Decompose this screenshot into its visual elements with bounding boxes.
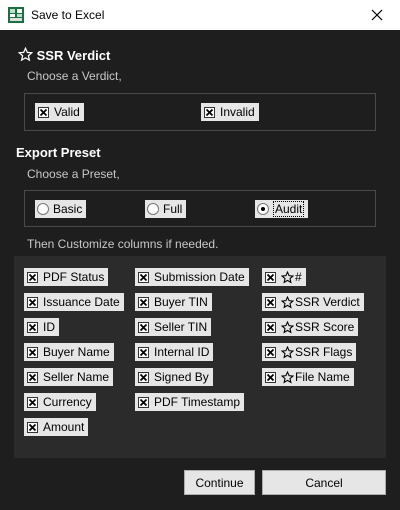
close-button[interactable] [354, 0, 400, 30]
check-x-icon [266, 298, 275, 306]
column-checkbox[interactable]: Signed By [135, 368, 213, 386]
star-icon [18, 47, 33, 62]
check-x-icon [139, 348, 148, 356]
check-x-icon [28, 348, 37, 356]
verdict-group: Valid Invalid [24, 93, 376, 131]
columns-hint: Then Customize columns if needed. [27, 237, 219, 251]
preset-group: Basic Full Audit [24, 190, 376, 227]
column-label: Internal ID [154, 345, 210, 359]
invalid-checkbox[interactable]: Invalid [201, 103, 259, 121]
column-label: SSR Verdict [295, 295, 360, 309]
column-checkbox[interactable]: Seller Name [24, 368, 114, 386]
star-icon [281, 345, 294, 358]
check-x-icon [266, 323, 275, 331]
column-label: ID [43, 320, 55, 334]
check-x-icon [28, 273, 37, 281]
column-label: PDF Timestamp [154, 395, 241, 409]
column-checkbox[interactable]: PDF Timestamp [135, 393, 245, 411]
preset-section-title: Export Preset [16, 145, 101, 160]
check-x-icon [28, 298, 37, 306]
preset-audit-radio[interactable]: Audit [255, 200, 309, 218]
column-label: Issuance Date [43, 295, 120, 309]
check-x-icon [266, 273, 275, 281]
column-checkbox[interactable]: Amount [24, 418, 89, 436]
check-x-icon [266, 373, 275, 381]
check-x-icon [139, 323, 148, 331]
check-x-icon [28, 398, 37, 406]
column-checkbox[interactable]: Buyer Name [24, 343, 114, 361]
check-x-icon [139, 373, 148, 381]
cancel-button[interactable]: Cancel [262, 470, 386, 495]
column-label: Buyer TIN [154, 295, 208, 309]
star-icon [281, 320, 294, 333]
column-checkbox[interactable]: # [262, 268, 306, 286]
check-x-icon [266, 348, 275, 356]
excel-app-icon [8, 7, 24, 23]
title-bar: Save to Excel [0, 0, 400, 30]
check-x-icon [39, 108, 48, 116]
check-x-icon [139, 298, 148, 306]
preset-full-label: Full [163, 202, 183, 216]
check-x-icon [28, 323, 37, 331]
column-label: Amount [43, 420, 85, 434]
star-icon [281, 370, 294, 383]
star-icon [281, 295, 294, 308]
verdict-section-title: SSR Verdict [18, 47, 110, 63]
column-checkbox[interactable]: File Name [262, 368, 354, 386]
valid-label: Valid [54, 105, 80, 119]
column-label: Submission Date [154, 270, 245, 284]
column-label: Seller Name [43, 370, 110, 384]
preset-audit-label: Audit [273, 201, 305, 217]
column-checkbox[interactable]: PDF Status [24, 268, 109, 286]
column-checkbox[interactable]: ID [24, 318, 59, 336]
check-x-icon [205, 108, 214, 116]
star-icon [281, 270, 294, 283]
valid-checkbox[interactable]: Valid [35, 103, 84, 121]
verdict-hint: Choose a Verdict, [27, 69, 122, 83]
column-checkbox[interactable]: Submission Date [135, 268, 249, 286]
column-label: Signed By [154, 370, 209, 384]
column-checkbox[interactable]: Buyer TIN [135, 293, 212, 311]
column-checkbox[interactable]: Seller TIN [135, 318, 212, 336]
column-label: PDF Status [43, 270, 105, 284]
columns-panel: PDF Status Issuance Date ID Buyer Name S… [14, 256, 386, 458]
column-label: SSR Flags [295, 345, 353, 359]
column-checkbox[interactable]: Internal ID [135, 343, 214, 361]
preset-basic-radio[interactable]: Basic [35, 200, 87, 218]
close-icon [371, 9, 383, 21]
preset-full-radio[interactable]: Full [145, 200, 187, 218]
column-label: Seller TIN [154, 320, 208, 334]
column-checkbox[interactable]: Issuance Date [24, 293, 124, 311]
column-label: File Name [295, 370, 350, 384]
invalid-label: Invalid [220, 105, 255, 119]
column-checkbox[interactable]: Currency [24, 393, 96, 411]
column-checkbox[interactable]: SSR Score [262, 318, 359, 336]
column-label: SSR Score [295, 320, 355, 334]
continue-button[interactable]: Continue [184, 470, 255, 495]
preset-hint: Choose a Preset, [27, 167, 120, 181]
column-label: Buyer Name [43, 345, 110, 359]
check-x-icon [28, 373, 37, 381]
column-checkbox[interactable]: SSR Flags [262, 343, 357, 361]
check-x-icon [28, 423, 37, 431]
check-x-icon [139, 398, 148, 406]
column-checkbox[interactable]: SSR Verdict [262, 293, 364, 311]
column-label: # [295, 270, 302, 284]
column-label: Currency [43, 395, 92, 409]
preset-basic-label: Basic [53, 202, 83, 216]
check-x-icon [139, 273, 148, 281]
window-title: Save to Excel [31, 8, 105, 22]
